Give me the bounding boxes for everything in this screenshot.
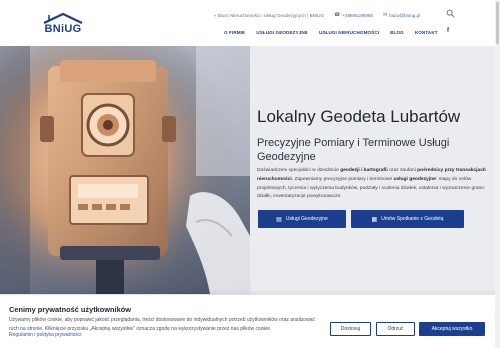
services-button-label: Usługi Geodezyjne (285, 216, 328, 222)
cookie-banner: Cenimy prywatność użytkowników Używamy p… (0, 294, 500, 348)
desc-bold-1: geodezji i kartografii (340, 168, 388, 173)
desc-bold-3: usługi geodezyjne (393, 176, 436, 182)
hero-subtitle: Precyzyjne Pomiary i Terminowe Usługi Ge… (257, 137, 450, 163)
main-nav: O FIRMIE USŁUGI GEODEZYJNE USŁUGI NIERUC… (224, 27, 449, 37)
services-button[interactable]: ▤ Usługi Geodezyjne (258, 210, 346, 228)
nav-item-uslugi-geodezyjne[interactable]: USŁUGI GEODEZYJNE (256, 30, 308, 35)
scrollbar-thumb[interactable] (496, 2, 499, 44)
facebook-icon[interactable]: f (443, 26, 453, 36)
hero-section: Lokalny Geodeta Lubartów Precyzyjne Pomi… (0, 46, 500, 294)
nav-item-blog[interactable]: BLOG (390, 30, 404, 35)
nav-item-uslugi-nieruchomosci[interactable]: USŁUGI NIERUCHOMOŚCI (319, 30, 379, 35)
desc-text-3: . Zapewniamy precyzyjne pomiary i termin… (291, 176, 394, 182)
nav-item-o-firmie[interactable]: O FIRMIE (224, 30, 245, 35)
site-header: BNiUG « Biuro Nieruchomości i Usług Geod… (0, 0, 500, 46)
brand-logo[interactable]: BNiUG (40, 12, 86, 36)
appointment-button[interactable]: ▦ Umów Spotkanie z Geodetą (351, 210, 464, 228)
map-icon: ▤ (276, 216, 282, 223)
logo-text: BNiUG (44, 23, 82, 35)
tagline: « Biuro Nieruchomości i Usług Geodezyjny… (214, 12, 324, 18)
hero-description: Doświadczeni specjaliści w dziedzinie ge… (257, 167, 486, 202)
scrollbar-track[interactable] (495, 0, 500, 348)
top-info-bar: « Biuro Nieruchomości i Usług Geodezyjny… (214, 10, 430, 20)
calendar-icon: ▦ (371, 216, 378, 223)
appointment-button-label: Umów Spotkanie z Geodetą (381, 216, 444, 222)
desc-text-2: oraz zaufani (387, 168, 418, 173)
desc-text-1: Doświadczeni specjaliści w dziedzinie (257, 168, 341, 173)
cookie-customize-button[interactable]: Dostosuj (330, 322, 371, 336)
phone-link[interactable]: +48695196986 (342, 13, 373, 18)
hero-image-total-station (0, 46, 250, 294)
phone-icon: ☎ (333, 12, 341, 18)
cookie-accept-button[interactable]: Akceptuj wszystko (419, 322, 485, 336)
search-icon[interactable] (446, 9, 455, 18)
cookie-title: Cenimy prywatność użytkowników (9, 305, 131, 314)
nav-item-kontakt[interactable]: KONTAKT (415, 30, 438, 35)
envelope-icon: ✉ (383, 12, 388, 18)
phone-contact[interactable]: ☎ +48695196986 (334, 12, 373, 18)
privacy-policy-link[interactable]: Regulamin i polityka prywatności (9, 332, 82, 338)
email-contact[interactable]: ✉ biuro@bniug.pl (383, 12, 420, 18)
email-link[interactable]: biuro@bniug.pl (389, 13, 420, 18)
hero-title: Lokalny Geodeta Lubartów (257, 107, 461, 126)
total-station-illustration (0, 46, 250, 294)
cookie-reject-button[interactable]: Odrzuć (376, 322, 415, 336)
